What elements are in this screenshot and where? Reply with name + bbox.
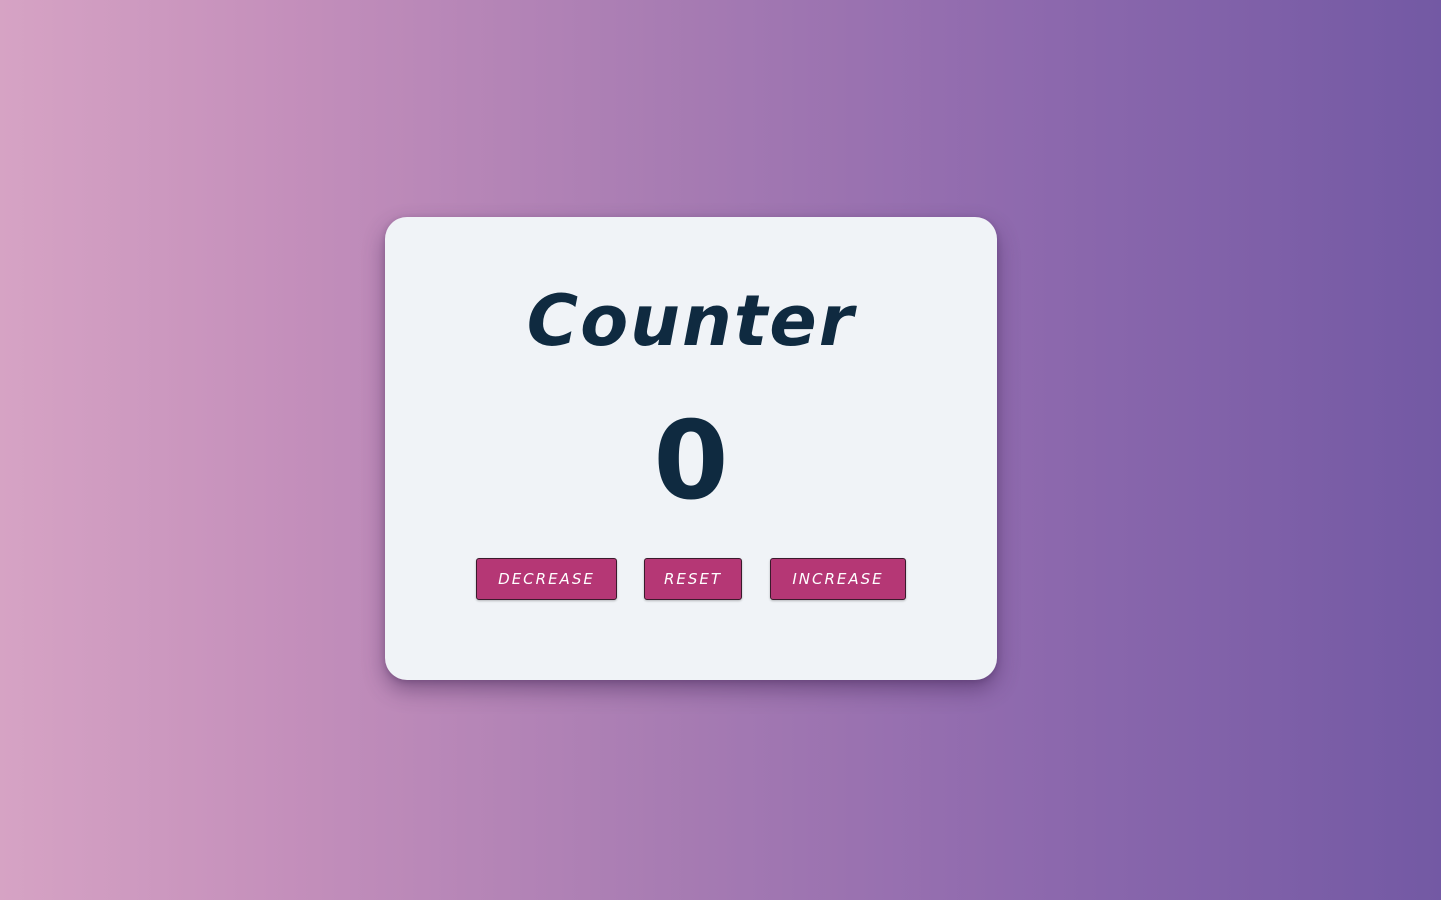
decrease-button[interactable]: Decrease: [476, 558, 617, 600]
counter-card: Counter 0 Decrease Reset Increase: [385, 217, 997, 680]
counter-value: 0: [653, 399, 729, 524]
reset-button[interactable]: Reset: [644, 558, 742, 600]
button-row: Decrease Reset Increase: [385, 558, 997, 600]
counter-title: Counter: [526, 280, 856, 362]
increase-button[interactable]: Increase: [770, 558, 906, 600]
